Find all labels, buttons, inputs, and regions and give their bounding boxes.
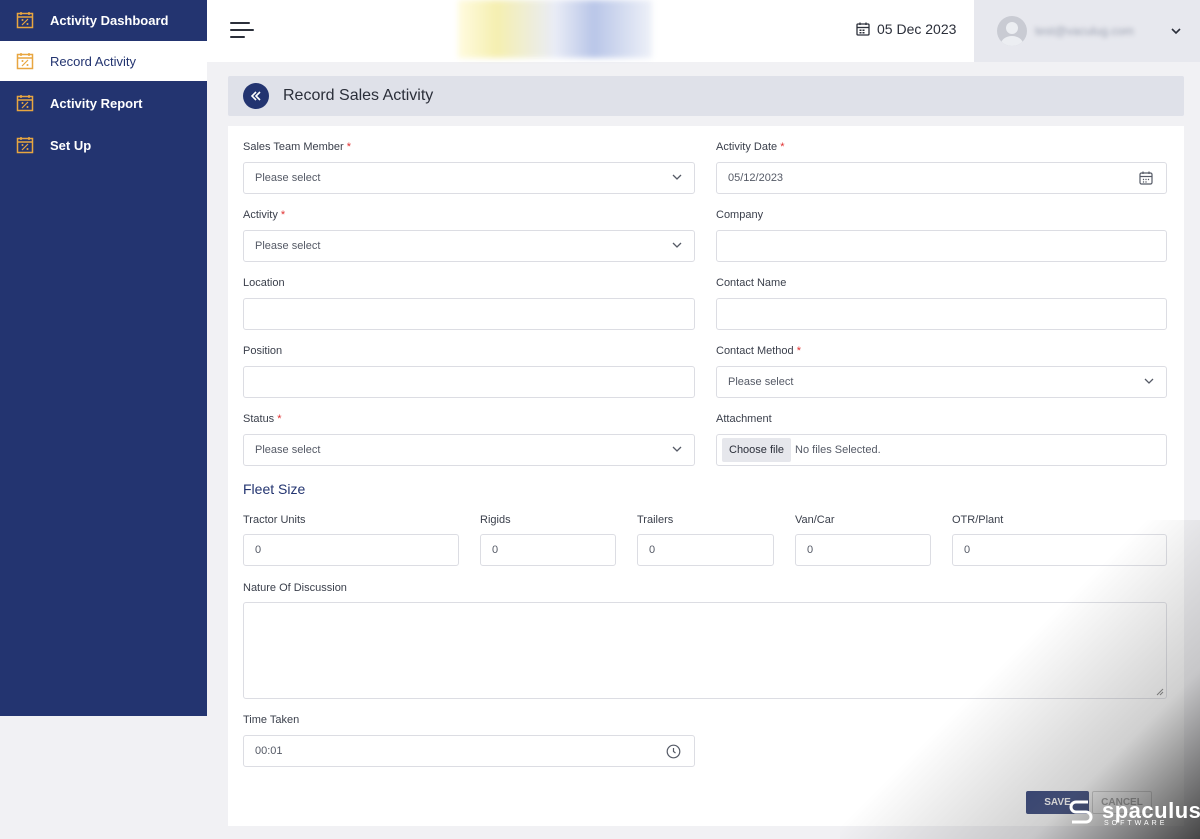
contact-method-label: Contact Method * — [716, 345, 801, 357]
time-taken-value: 00:01 — [255, 745, 283, 757]
rigids-input[interactable]: 0 — [480, 534, 616, 566]
brand-sub: SOFTWARE — [1104, 820, 1168, 827]
page-title-bar: Record Sales Activity — [228, 76, 1184, 116]
nature-of-discussion-textarea[interactable] — [243, 602, 1167, 699]
brand-watermark: spaculus SOFTWARE — [1066, 796, 1200, 827]
calendar-percent-icon — [16, 95, 34, 112]
sales-team-member-select[interactable]: Please select — [243, 162, 695, 194]
company-label: Company — [716, 209, 764, 221]
fleet-size-heading: Fleet Size — [243, 481, 306, 497]
calendar-percent-icon — [16, 137, 34, 154]
calendar-icon — [856, 22, 870, 36]
user-email: test@vaculug.com — [1035, 24, 1134, 38]
sales-team-member-label: Sales Team Member * — [243, 141, 352, 153]
avatar — [997, 16, 1027, 46]
calendar-percent-icon — [16, 12, 34, 29]
location-input[interactable] — [243, 298, 695, 330]
activity-date-input[interactable]: 05/12/2023 — [716, 162, 1167, 194]
resize-handle-icon[interactable] — [1156, 688, 1164, 696]
select-placeholder: Please select — [728, 376, 794, 388]
hamburger-menu-icon[interactable] — [230, 20, 254, 40]
trailers-input[interactable]: 0 — [637, 534, 774, 566]
double-chevron-left-icon — [250, 91, 261, 101]
nature-of-discussion-label: Nature Of Discussion — [243, 582, 347, 594]
attachment-field: Choose file No files Selected. — [716, 434, 1167, 466]
tractor-units-input[interactable]: 0 — [243, 534, 459, 566]
file-status: No files Selected. — [795, 444, 881, 456]
contact-name-label: Contact Name — [716, 277, 787, 289]
select-placeholder: Please select — [255, 444, 321, 456]
calendar-percent-icon — [16, 53, 34, 70]
page-title: Record Sales Activity — [283, 87, 434, 104]
chevron-down-icon — [1171, 28, 1181, 35]
sidebar-item-record-activity[interactable]: Record Activity — [0, 41, 207, 81]
header-date: 05 Dec 2023 — [856, 21, 956, 37]
clock-icon[interactable] — [666, 744, 681, 759]
time-taken-label: Time Taken — [243, 714, 300, 726]
attachment-label: Attachment — [716, 413, 772, 425]
van-car-label: Van/Car — [795, 514, 835, 526]
otr-plant-input[interactable]: 0 — [952, 534, 1167, 566]
activity-select[interactable]: Please select — [243, 230, 695, 262]
user-icon — [1001, 22, 1023, 46]
status-label: Status * — [243, 413, 282, 425]
user-menu[interactable]: test@vaculug.com — [974, 0, 1200, 62]
chevron-down-icon — [672, 174, 682, 180]
sidebar-item-label: Activity Report — [50, 95, 143, 111]
activity-date-label: Activity Date * — [716, 141, 785, 153]
sidebar-item-label: Activity Dashboard — [50, 12, 169, 28]
sidebar-item-activity-report[interactable]: Activity Report — [0, 83, 207, 123]
calendar-icon[interactable] — [1139, 171, 1153, 185]
select-placeholder: Please select — [255, 240, 321, 252]
van-car-input[interactable]: 0 — [795, 534, 931, 566]
sidebar-item-set-up[interactable]: Set Up — [0, 125, 207, 165]
rigids-label: Rigids — [480, 514, 511, 526]
company-logo — [458, 0, 652, 58]
position-label: Position — [243, 345, 283, 357]
sidebar: Activity Dashboard Record Activity Activ… — [0, 0, 207, 716]
activity-date-value: 05/12/2023 — [728, 172, 784, 184]
header-date-text: 05 Dec 2023 — [877, 21, 957, 37]
spaculus-logo-icon — [1069, 800, 1093, 824]
trailers-label: Trailers — [637, 514, 674, 526]
position-input[interactable] — [243, 366, 695, 398]
location-label: Location — [243, 277, 285, 289]
status-select[interactable]: Please select — [243, 434, 695, 466]
company-input[interactable] — [716, 230, 1167, 262]
sidebar-item-label: Record Activity — [50, 53, 136, 69]
contact-method-select[interactable]: Please select — [716, 366, 1167, 398]
otr-plant-label: OTR/Plant — [952, 514, 1004, 526]
choose-file-button[interactable]: Choose file — [722, 438, 792, 462]
chevron-down-icon — [1144, 378, 1154, 384]
time-taken-input[interactable]: 00:01 — [243, 735, 695, 767]
contact-name-input[interactable] — [716, 298, 1167, 330]
chevron-down-icon — [672, 242, 682, 248]
activity-label: Activity * — [243, 209, 286, 221]
select-placeholder: Please select — [255, 172, 321, 184]
sidebar-item-label: Set Up — [50, 137, 92, 153]
back-button[interactable] — [243, 83, 269, 109]
chevron-down-icon — [672, 446, 682, 452]
tractor-units-label: Tractor Units — [243, 514, 306, 526]
sidebar-item-activity-dashboard[interactable]: Activity Dashboard — [0, 0, 207, 40]
top-header: 05 Dec 2023 test@vaculug.com — [207, 0, 1200, 62]
